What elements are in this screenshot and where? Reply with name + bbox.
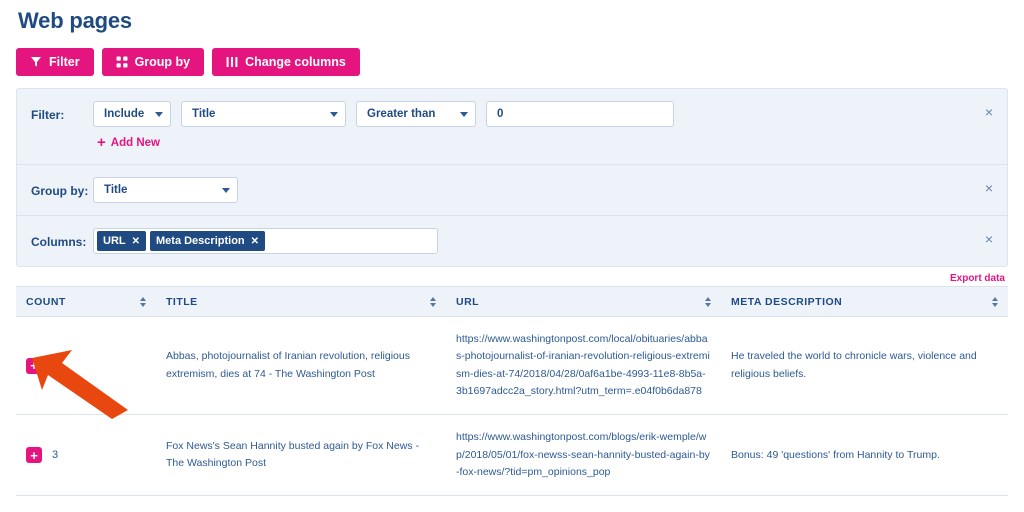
columns-icon [226, 56, 238, 68]
count-value: 3 [52, 449, 59, 462]
page-root: Web pages Filter Group by Change columns… [0, 0, 1024, 512]
remove-columns-row-button[interactable]: × [985, 232, 993, 246]
group-by-field-select[interactable]: Title [93, 177, 238, 203]
count-value: 3 [52, 359, 59, 372]
column-header-meta-description-label: META DESCRIPTION [731, 295, 843, 308]
cell-count: + 3 [16, 495, 156, 512]
filter-row-label: Filter: [31, 108, 65, 122]
table-header-row: COUNT TITLE URL META DESCRIPTION [16, 286, 1008, 317]
change-columns-button[interactable]: Change columns [212, 48, 360, 76]
group-by-controls: Title [93, 177, 993, 203]
columns-row-body: URL ✕ Meta Description ✕ [93, 228, 993, 254]
filter-button[interactable]: Filter [16, 48, 94, 76]
action-toolbar: Filter Group by Change columns [16, 48, 360, 76]
chevron-down-icon [155, 112, 163, 117]
close-icon[interactable]: ✕ [132, 236, 140, 247]
cell-meta-description: He traveled the world to chronicle wars,… [721, 316, 1008, 416]
columns-row-label: Columns: [31, 235, 87, 249]
export-data-button[interactable]: Export data [946, 272, 1008, 285]
cell-count: + 3 [16, 414, 156, 497]
sort-icon[interactable] [992, 296, 998, 307]
column-header-meta-description[interactable]: META DESCRIPTION [721, 286, 1008, 317]
filter-controls: Include Title Greater than [93, 101, 993, 127]
change-columns-button-label: Change columns [245, 55, 346, 69]
table-body: + 3 Abbas, photojournalist of Iranian re… [16, 316, 1008, 512]
expand-row-button[interactable]: + [26, 357, 42, 374]
grid-dots-icon [116, 56, 128, 68]
sort-icon[interactable] [140, 296, 146, 307]
filter-row: Filter: Include Title Greater than 0 + A… [17, 89, 1007, 164]
chevron-down-icon [222, 188, 230, 193]
filter-row-body: Include Title Greater than + Add [93, 101, 993, 152]
chevron-down-icon [460, 112, 468, 117]
filter-field-select[interactable]: Title [181, 101, 346, 127]
results-table-container: COUNT TITLE URL META DESCRIPTION + 3 Abb… [16, 286, 1008, 512]
filter-include-select[interactable]: Include [93, 101, 171, 127]
page-title: Web pages [18, 8, 132, 33]
cell-title: Abbas, photojournalist of Iranian revolu… [156, 316, 446, 416]
cell-title: Fox News's Sean Hannity busted again by … [156, 414, 446, 497]
group-by-row: Group by: Title × [17, 164, 1007, 215]
column-chip-url-label: URL [103, 235, 126, 247]
filter-button-label: Filter [49, 55, 80, 69]
filter-field-value: Title [192, 108, 216, 120]
group-by-field-value: Title [104, 184, 128, 196]
group-by-button[interactable]: Group by [101, 48, 205, 76]
chevron-down-icon [330, 112, 338, 117]
column-chip-meta-description-label: Meta Description [156, 235, 245, 247]
filter-operator-value: Greater than [367, 108, 436, 120]
group-by-row-label: Group by: [31, 184, 89, 198]
remove-group-by-row-button[interactable]: × [985, 181, 993, 195]
columns-row: Columns: URL ✕ Meta Description ✕ × [17, 215, 1007, 266]
column-header-url-label: URL [456, 295, 480, 308]
cell-title: Van Lathan's powerful response to Kanye … [156, 495, 446, 512]
expand-row-button[interactable]: + [26, 447, 42, 464]
cell-meta-description: After Kanye West tells TMZ that slavery … [721, 495, 1008, 512]
cell-meta-description: Bonus: 49 'questions' from Hannity to Tr… [721, 414, 1008, 497]
cell-count: + 3 [16, 316, 156, 416]
filter-operator-select[interactable]: Greater than [356, 101, 476, 127]
column-header-title-label: TITLE [166, 295, 198, 308]
query-builder-panel: Filter: Include Title Greater than 0 + A… [16, 88, 1008, 267]
cell-url[interactable]: https://www.washingtonpost.com/news/arts… [446, 495, 721, 512]
table-row: + 3 Fox News's Sean Hannity busted again… [16, 414, 1008, 497]
remove-filter-row-button[interactable]: × [985, 105, 993, 119]
sort-icon[interactable] [705, 296, 711, 307]
columns-chip-field[interactable]: URL ✕ Meta Description ✕ [93, 228, 438, 254]
add-new-filter-label: Add New [110, 136, 160, 149]
column-chip-meta-description[interactable]: Meta Description ✕ [150, 231, 266, 251]
column-header-url[interactable]: URL [446, 286, 721, 317]
funnel-icon [30, 56, 42, 68]
column-chip-url[interactable]: URL ✕ [97, 231, 146, 251]
add-new-filter-button[interactable]: + Add New [97, 135, 160, 150]
table-head: COUNT TITLE URL META DESCRIPTION [16, 286, 1008, 317]
cell-url[interactable]: https://www.washingtonpost.com/local/obi… [446, 316, 721, 416]
close-icon[interactable]: ✕ [251, 236, 259, 247]
column-header-title[interactable]: TITLE [156, 286, 446, 317]
group-by-button-label: Group by [134, 55, 191, 69]
sort-icon[interactable] [430, 296, 436, 307]
column-header-count-label: COUNT [26, 295, 66, 308]
table-row: + 3 Van Lathan's powerful response to Ka… [16, 495, 1008, 512]
plus-icon: + [97, 134, 106, 151]
table-row: + 3 Abbas, photojournalist of Iranian re… [16, 316, 1008, 416]
filter-include-value: Include [104, 108, 145, 120]
filter-value-input[interactable] [486, 101, 674, 127]
results-table: COUNT TITLE URL META DESCRIPTION + 3 Abb… [16, 286, 1008, 512]
cell-url[interactable]: https://www.washingtonpost.com/blogs/eri… [446, 414, 721, 497]
column-header-count[interactable]: COUNT [16, 286, 156, 317]
group-by-row-body: Title [93, 177, 993, 203]
